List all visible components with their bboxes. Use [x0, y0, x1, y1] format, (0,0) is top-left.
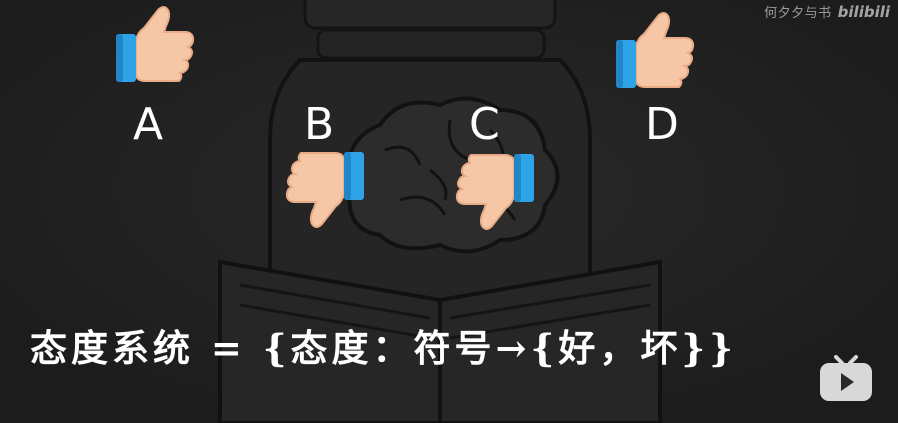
thumbs-down-icon: [455, 154, 534, 230]
video-play-icon[interactable]: [818, 353, 874, 403]
thumbs-down-icon: [285, 152, 364, 228]
attitude-system-formula: 态度系统 = {态度：符号→{好，坏}}: [30, 326, 737, 370]
bilibili-logo: bilibili: [837, 2, 890, 21]
option-label-d: D: [645, 99, 679, 150]
option-label-b: B: [304, 99, 335, 150]
thumbs-up-icon: [116, 6, 195, 82]
option-label-a: A: [133, 99, 164, 150]
thumbs-up-icon: [616, 12, 695, 88]
watermark-author: 何夕夕与书: [764, 6, 832, 21]
video-frame: 何夕夕与书 bilibili A B C D 态度系统 = {态度：符号→{好，…: [0, 0, 898, 423]
channel-watermark: 何夕夕与书 bilibili: [764, 2, 890, 22]
option-label-c: C: [469, 99, 500, 150]
